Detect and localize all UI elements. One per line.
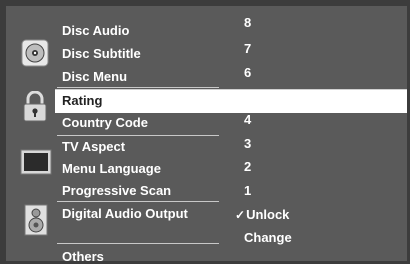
rating-option-6[interactable]: 6 [244,65,251,81]
menu-item-progressive-scan[interactable]: Progressive Scan [62,183,171,199]
rating-option-unlock-label: Unlock [246,207,290,222]
menu-item-disc-subtitle[interactable]: Disc Subtitle [62,46,141,62]
menu-item-disc-audio[interactable]: Disc Audio [62,23,129,39]
rating-option-5[interactable]: 5 [244,89,251,105]
rating-option-change[interactable]: Change [244,230,292,246]
menu-item-country-code[interactable]: Country Code [62,115,148,131]
rating-option-8[interactable]: 8 [244,15,251,31]
disc-icon [21,39,49,67]
rating-option-1[interactable]: 1 [244,183,251,199]
menu-item-digital-audio-output[interactable]: Digital Audio Output [62,206,188,222]
divider [57,243,219,244]
menu-item-others[interactable]: Others [62,249,104,261]
rating-option-2[interactable]: 2 [244,159,251,175]
lock-icon [21,90,49,123]
divider [57,201,219,202]
rating-options-panel [228,6,407,261]
menu-item-disc-menu[interactable]: Disc Menu [62,69,127,85]
divider [57,135,219,136]
menu-item-rating[interactable]: Rating [62,93,102,109]
rating-option-4[interactable]: 4 [244,112,251,128]
rating-option-7[interactable]: 7 [244,41,251,57]
rating-option-unlock[interactable]: ✓Unlock [235,207,289,223]
rating-option-3[interactable]: 3 [244,136,251,152]
rating-highlight-bar [55,89,407,113]
checkmark-icon: ✓ [235,208,246,222]
menu-item-menu-language[interactable]: Menu Language [62,161,161,177]
divider [57,87,219,88]
speaker-icon [24,204,48,236]
setup-menu-window: Disc Audio Disc Subtitle Disc Menu Ratin… [0,0,410,264]
tv-icon [20,149,52,175]
highlight-top-edge [55,89,407,90]
menu-item-tv-aspect[interactable]: TV Aspect [62,139,125,155]
